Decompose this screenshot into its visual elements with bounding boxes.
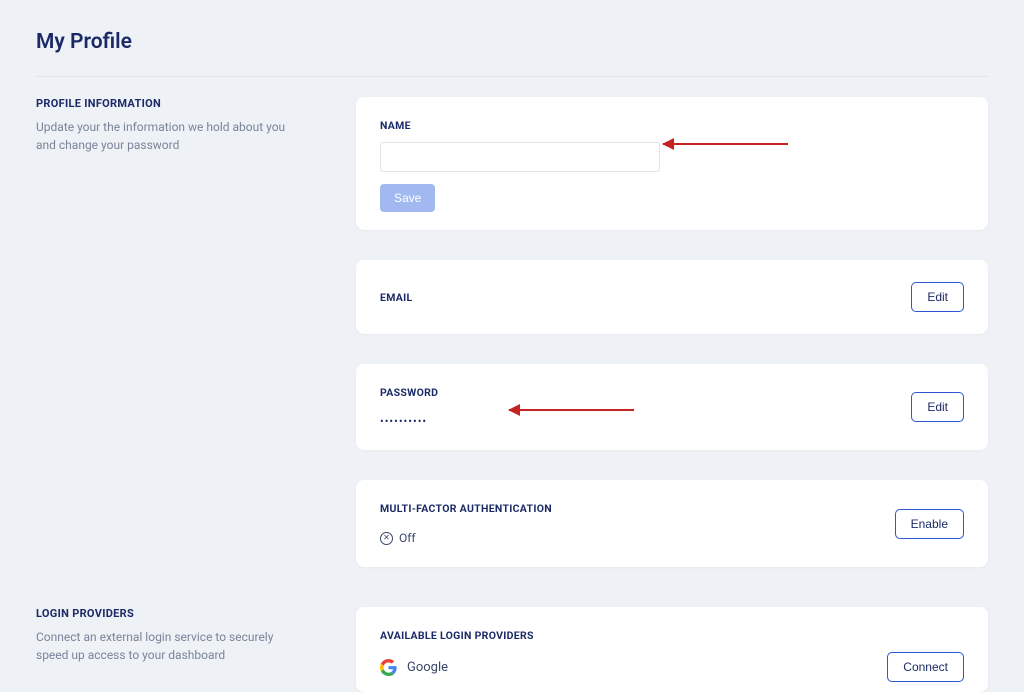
profile-info-description: Update your the information we hold abou…	[36, 118, 296, 154]
name-card: NAME Save	[356, 97, 988, 230]
name-input[interactable]	[380, 142, 660, 172]
page-title: My Profile	[36, 30, 988, 54]
password-label: PASSWORD	[380, 386, 438, 399]
password-card: PASSWORD •••••••••• Edit	[356, 364, 988, 450]
mfa-label: MULTI-FACTOR AUTHENTICATION	[380, 502, 552, 515]
login-providers-card: AVAILABLE LOGIN PROVIDERS Google Connect	[356, 607, 988, 692]
edit-password-button[interactable]: Edit	[911, 392, 964, 422]
divider	[36, 76, 988, 77]
section-login-providers: LOGIN PROVIDERS Connect an external logi…	[36, 607, 988, 692]
email-card: EMAIL Edit	[356, 260, 988, 334]
save-button[interactable]: Save	[380, 184, 435, 212]
email-label: EMAIL	[380, 291, 413, 304]
password-masked: ••••••••••	[380, 415, 438, 428]
google-icon	[380, 659, 397, 676]
connect-google-button[interactable]: Connect	[887, 652, 964, 682]
name-label: NAME	[380, 119, 964, 132]
available-providers-label: AVAILABLE LOGIN PROVIDERS	[380, 629, 964, 642]
mfa-status-text: Off	[399, 531, 416, 545]
mfa-card: MULTI-FACTOR AUTHENTICATION ✕ Off Enable	[356, 480, 988, 567]
mfa-status: ✕ Off	[380, 531, 552, 545]
section-profile-information: PROFILE INFORMATION Update your the info…	[36, 97, 988, 567]
annotation-arrow	[663, 143, 788, 145]
provider-row: Google Connect	[380, 652, 964, 682]
provider-name: Google	[407, 660, 448, 675]
edit-email-button[interactable]: Edit	[911, 282, 964, 312]
login-providers-heading: LOGIN PROVIDERS	[36, 607, 336, 620]
enable-mfa-button[interactable]: Enable	[895, 509, 964, 539]
profile-info-heading: PROFILE INFORMATION	[36, 97, 336, 110]
login-providers-description: Connect an external login service to sec…	[36, 628, 296, 664]
off-icon: ✕	[380, 532, 393, 545]
annotation-arrow	[509, 409, 634, 411]
